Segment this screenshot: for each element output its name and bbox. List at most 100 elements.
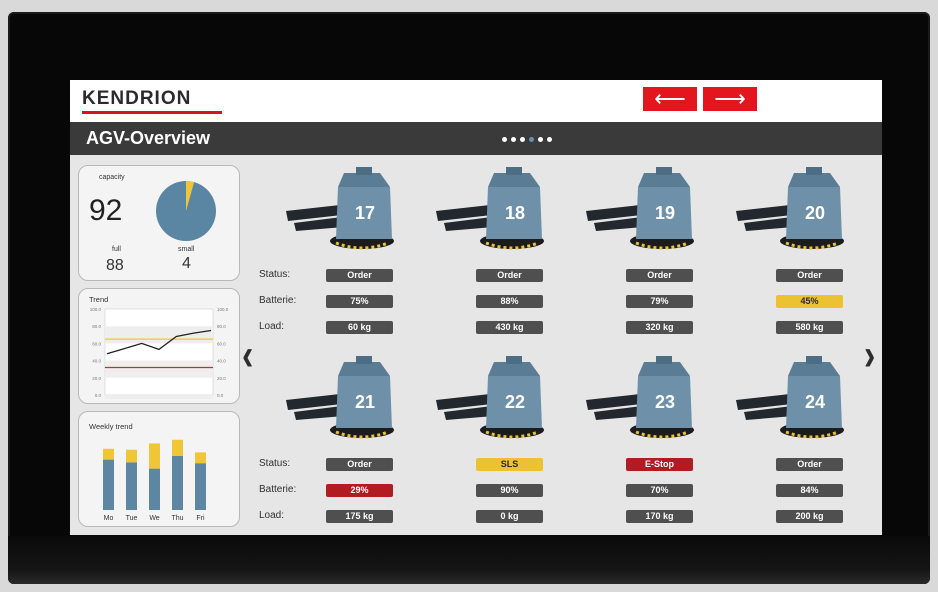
weekly-bar-top (103, 448, 114, 460)
agv-icon[interactable]: 18 (430, 165, 550, 255)
page-dot-3[interactable] (520, 137, 525, 142)
top-bar: KENDRION ⟵ ⟶ (70, 80, 882, 122)
hmi-screen: KENDRION ⟵ ⟶ AGV-Overview capacity 92 fu… (70, 80, 882, 535)
agv-handle (656, 356, 672, 364)
agv-icon[interactable]: 19 (580, 165, 700, 255)
agv-status-badge: E-Stop (626, 458, 693, 471)
next-page-arrow[interactable]: › (864, 333, 875, 377)
trend-y-tick-right: 0.0 (217, 393, 224, 398)
weekly-bar-base (172, 456, 183, 510)
agv-top (338, 362, 390, 376)
kendrion-logo: KENDRION (82, 88, 192, 109)
agv-number: 24 (805, 392, 825, 412)
trend-y-tick-right: 100.0 (217, 307, 229, 312)
agv-handle (656, 167, 672, 175)
trend-grid-band (105, 395, 213, 399)
weekly-bar-top (126, 449, 137, 463)
agv-tile-21[interactable]: 21 Order 29% 175 kg (280, 354, 410, 534)
small-value: 4 (182, 255, 191, 272)
weekly-bar-base (195, 463, 206, 510)
weekly-bar-base (126, 462, 137, 510)
page-dot-1[interactable] (502, 137, 507, 142)
agv-status-badge: Order (326, 458, 393, 471)
capacity-panel: capacity 92 full 88 small 4 (78, 165, 240, 281)
trend-y-tick-left: 20.0 (92, 376, 101, 381)
agv-status-badge: Order (326, 269, 393, 282)
agv-top (488, 173, 540, 187)
agv-number: 17 (355, 203, 375, 223)
agv-number: 22 (505, 392, 525, 412)
weekly-day-label: Thu (171, 515, 183, 522)
agv-load-badge: 0 kg (476, 510, 543, 523)
trend-y-tick-right: 40.0 (217, 359, 226, 364)
agv-icon[interactable]: 23 (580, 354, 700, 444)
agv-number: 23 (655, 392, 675, 412)
agv-number: 21 (355, 392, 375, 412)
weekly-bar-top (172, 439, 183, 456)
agv-load-badge: 430 kg (476, 321, 543, 334)
page-dot-4[interactable] (529, 137, 534, 142)
trend-y-tick-left: 80.0 (92, 324, 101, 329)
agv-status-badge: Order (776, 269, 843, 282)
agv-icon[interactable]: 22 (430, 354, 550, 444)
agv-tile-24[interactable]: 24 Order 84% 200 kg (730, 354, 860, 534)
page-dot-6[interactable] (547, 137, 552, 142)
agv-battery-badge: 45% (776, 295, 843, 308)
agv-top (788, 173, 840, 187)
page-dot-5[interactable] (538, 137, 543, 142)
agv-icon[interactable]: 24 (730, 354, 850, 444)
trend-grid-band (105, 360, 213, 378)
agv-icon[interactable]: 21 (280, 354, 400, 444)
trend-chart: 100.0 100.0 80.0 80.0 60.0 60.0 40.0 40.0 20.0 20… (90, 307, 229, 399)
agv-top (638, 362, 690, 376)
agv-tile-22[interactable]: 22 SLS 90% 0 kg (430, 354, 560, 534)
agv-battery-badge: 90% (476, 484, 543, 497)
forward-arrow-button[interactable]: ⟶ (703, 87, 757, 111)
weekly-day-label: We (149, 515, 159, 522)
weekly-day-label: Tue (126, 515, 138, 522)
weekly-day-label: Mo (104, 515, 114, 522)
agv-icon[interactable]: 20 (730, 165, 850, 255)
full-value: 88 (106, 257, 124, 274)
agv-status-badge: Order (476, 269, 543, 282)
agv-top (788, 362, 840, 376)
agv-tile-23[interactable]: 23 E-Stop 70% 170 kg (580, 354, 710, 534)
trend-panel: Trend 100.0 100.0 80.0 80.0 60.0 60.0 40.0 40.0… (78, 288, 240, 404)
weekly-trend-title: Weekly trend (89, 422, 133, 431)
weekly-day-label: Fri (196, 515, 205, 522)
agv-battery-badge: 29% (326, 484, 393, 497)
agv-number: 19 (655, 203, 675, 223)
full-label: full (112, 246, 121, 253)
agv-load-badge: 320 kg (626, 321, 693, 334)
trend-y-tick-right: 60.0 (217, 341, 226, 346)
agv-number: 20 (805, 203, 825, 223)
agv-handle (356, 356, 372, 364)
agv-status-badge: Order (776, 458, 843, 471)
page-dot-2[interactable] (511, 137, 516, 142)
agv-tile-18[interactable]: 18 Order 88% 430 kg (430, 165, 560, 345)
agv-tile-20[interactable]: 20 Order 45% 580 kg (730, 165, 860, 345)
trend-y-tick-left: 100.0 (90, 307, 102, 312)
trend-y-tick-right: 80.0 (217, 324, 226, 329)
agv-battery-badge: 79% (626, 295, 693, 308)
agv-load-badge: 175 kg (326, 510, 393, 523)
agv-battery-badge: 75% (326, 295, 393, 308)
monitor-bezel-bottom (8, 536, 930, 584)
title-bar: AGV-Overview (70, 122, 882, 155)
agv-load-badge: 580 kg (776, 321, 843, 334)
capacity-pie-chart (156, 181, 216, 241)
agv-status-badge: Order (626, 269, 693, 282)
page-indicator[interactable] (502, 137, 556, 143)
agv-tile-19[interactable]: 19 Order 79% 320 kg (580, 165, 710, 345)
logo-underline (82, 111, 222, 114)
agv-top (338, 173, 390, 187)
agv-icon[interactable]: 17 (280, 165, 400, 255)
agv-tile-17[interactable]: 17 Order 75% 60 kg (280, 165, 410, 345)
prev-page-arrow[interactable]: ‹ (242, 333, 253, 377)
back-arrow-button[interactable]: ⟵ (643, 87, 697, 111)
agv-load-badge: 200 kg (776, 510, 843, 523)
trend-y-tick-left: 60.0 (92, 341, 101, 346)
agv-handle (806, 167, 822, 175)
weekly-bar-base (149, 468, 160, 510)
trend-title: Trend (89, 295, 109, 304)
